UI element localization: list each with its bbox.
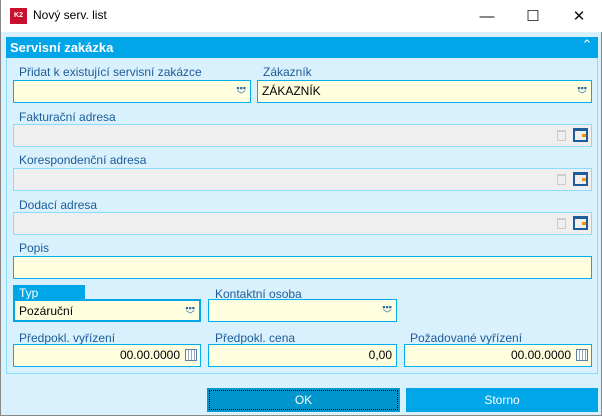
expected-completion-label: Předpokl. vyřízení	[19, 331, 116, 345]
correspondence-address-label: Korespondenční adresa	[19, 153, 147, 167]
section-title: Servisní zakázka	[10, 40, 114, 55]
minimize-button[interactable]: —	[464, 0, 510, 32]
existing-order-input[interactable]: ▪▪▪ ﹀	[13, 80, 251, 103]
expected-completion-value: 00.00.0000	[119, 348, 180, 362]
requested-completion-value: 00.00.0000	[510, 348, 571, 362]
description-input[interactable]	[13, 256, 592, 279]
title-bar: K2 Nový serv. list — ☐ ✕	[1, 0, 602, 32]
close-button[interactable]: ✕	[556, 0, 602, 32]
expected-completion-input[interactable]: 00.00.0000	[13, 344, 201, 367]
dropdown-icon[interactable]: ▪▪▪ ﹀	[382, 303, 392, 319]
customer-label: Zákazník	[263, 65, 312, 79]
calendar-icon[interactable]	[576, 349, 588, 361]
dropdown-icon[interactable]: ▪▪▪ ﹀	[185, 304, 195, 320]
customer-input[interactable]: ZÁKAZNÍK ▪▪▪ ﹀	[257, 80, 592, 103]
billing-address-input[interactable]	[13, 124, 592, 147]
contact-person-input[interactable]: ▪▪▪ ﹀	[208, 299, 397, 322]
billing-address-label: Fakturační adresa	[19, 110, 116, 124]
address-book-icon[interactable]	[573, 216, 588, 230]
delivery-address-label: Dodací adresa	[19, 198, 98, 212]
maximize-button[interactable]: ☐	[510, 0, 556, 32]
cancel-button[interactable]: Storno	[406, 388, 598, 412]
expected-price-input[interactable]: 0,00	[208, 344, 397, 367]
service-type-value: Pozáruční	[19, 304, 74, 318]
window-title: Nový serv. list	[33, 8, 107, 22]
section-header: Servisní zakázka ⌃	[6, 37, 598, 58]
app-logo-icon: K2	[10, 8, 27, 24]
correspondence-address-input[interactable]	[13, 168, 592, 191]
description-label: Popis	[19, 241, 50, 255]
requested-completion-input[interactable]: 00.00.0000	[404, 344, 592, 367]
delivery-address-input[interactable]	[13, 212, 592, 235]
address-book-icon[interactable]	[573, 128, 588, 142]
trash-icon[interactable]	[557, 218, 566, 229]
service-type-label: Typ servisu	[13, 285, 85, 314]
address-book-icon[interactable]	[573, 172, 588, 186]
ok-button[interactable]: OK	[207, 388, 400, 412]
collapse-chevron-icon[interactable]: ⌃	[576, 37, 598, 58]
dropdown-icon[interactable]: ▪▪▪ ﹀	[236, 84, 246, 100]
dropdown-icon[interactable]: ▪▪▪ ﹀	[577, 84, 587, 100]
trash-icon[interactable]	[557, 130, 566, 141]
trash-icon[interactable]	[557, 174, 566, 185]
requested-completion-label: Požadované vyřízení	[410, 331, 523, 345]
calendar-icon[interactable]	[185, 349, 197, 361]
expected-price-label: Předpokl. cena	[215, 331, 296, 345]
service-type-select[interactable]: Pozáruční ▪▪▪ ﹀	[13, 299, 201, 322]
customer-value: ZÁKAZNÍK	[262, 84, 321, 98]
existing-order-label: Přidat k existující servisní zakázce	[19, 65, 202, 79]
expected-price-value: 0,00	[368, 348, 392, 362]
